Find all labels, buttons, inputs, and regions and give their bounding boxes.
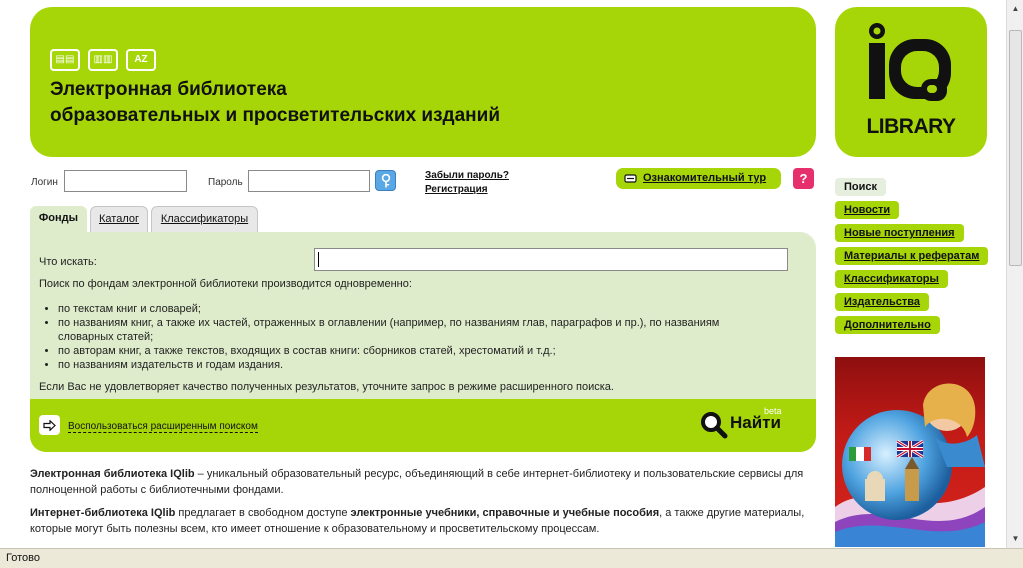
nav-item-essay-materials[interactable]: Материалы к рефератам (835, 247, 989, 265)
globe-girl-illustration (835, 383, 985, 547)
page-title-line1: Электронная библиотека (50, 79, 287, 100)
help-icon: ? (799, 171, 808, 186)
iq-library-logo[interactable]: LIBRARY (835, 7, 987, 157)
help-button[interactable]: ? (793, 168, 814, 189)
tour-label: Ознакомительный тур (643, 172, 767, 184)
password-label: Пароль (208, 177, 243, 188)
find-button[interactable]: Найти beta (700, 406, 790, 439)
nav-item-more[interactable]: Дополнительно (835, 316, 940, 334)
list-item: по авторам книг, а также текстов, входящ… (58, 344, 758, 358)
tab-classifiers[interactable]: Классификаторы (151, 206, 258, 232)
iq-logo-icon (869, 23, 951, 101)
az-index-icon[interactable]: AZ (126, 49, 156, 71)
register-link[interactable]: Регистрация (425, 184, 488, 195)
list-item: по текстам книг и словарей; (58, 302, 758, 316)
scroll-thumb[interactable] (1009, 30, 1022, 266)
status-bar: Готово (0, 548, 1023, 568)
search-scope-list: по текстам книг и словарей; по названиям… (58, 302, 758, 372)
page-title-line2: образовательных и просветительских издан… (50, 105, 500, 126)
key-icon (381, 173, 390, 187)
nav-item-search[interactable]: Поиск (835, 178, 887, 196)
promo-banner[interactable] (835, 357, 985, 547)
forgot-password-link[interactable]: Забыли пароль? (425, 170, 509, 181)
magnifier-icon (701, 412, 728, 439)
tab-funds[interactable]: Фонды (30, 206, 87, 232)
list-item: по названиям книг, а также их частей, от… (58, 316, 758, 344)
arrow-right-icon (43, 419, 56, 431)
nav-item-classifiers[interactable]: Классификаторы (835, 270, 948, 288)
intro-paragraph-1: Электронная библиотека IQlib – уникальны… (30, 466, 810, 498)
password-input[interactable] (248, 170, 370, 192)
vertical-scrollbar[interactable]: ▲ ▼ (1006, 0, 1023, 548)
view-mode-icons: ▤▤ ▥▥ AZ (50, 49, 156, 71)
find-label: Найти (730, 413, 781, 432)
intro-bold: Электронная библиотека IQlib (30, 468, 195, 480)
text-caret (318, 252, 319, 267)
intro-paragraph-2: Интернет-библиотека IQlib предлагает в с… (30, 505, 810, 537)
search-advice: Если Вас не удовлетворяет качество получ… (39, 381, 614, 393)
search-footer: Воспользоваться расширенным поиском Найт… (30, 399, 816, 452)
tab-catalog[interactable]: Каталог (90, 206, 148, 232)
header-banner: ▤▤ ▥▥ AZ Электронная библиотека образова… (30, 7, 816, 157)
nav-item-new-arrivals[interactable]: Новые поступления (835, 224, 964, 242)
login-submit-button[interactable] (375, 170, 396, 191)
nav-item-publishers[interactable]: Издательства (835, 293, 929, 311)
login-label: Логин (31, 177, 58, 188)
login-input[interactable] (64, 170, 187, 192)
intro-text: предлагает в свободном доступе (175, 507, 351, 519)
advanced-search-link[interactable]: Воспользоваться расширенным поиском (68, 421, 258, 433)
status-text: Готово (6, 552, 40, 564)
intro-bold: электронные учебники, справочные и учебн… (350, 507, 660, 519)
scroll-up-icon[interactable]: ▲ (1009, 2, 1022, 15)
list-item: по названиям издательств и годам издания… (58, 358, 758, 372)
pencil-icon (624, 174, 637, 183)
tour-button[interactable]: Ознакомительный тур (616, 168, 781, 189)
search-intro: Поиск по фондам электронной библиотеки п… (39, 278, 412, 290)
bookshelf-icon[interactable]: ▥▥ (88, 49, 118, 71)
intro-bold: Интернет-библиотека IQlib (30, 507, 176, 519)
advanced-search-arrow-button[interactable] (39, 415, 60, 435)
query-label: Что искать: (39, 256, 97, 268)
search-panel: Что искать: Поиск по фондам электронной … (30, 232, 816, 452)
nav-item-news[interactable]: Новости (835, 201, 900, 219)
scroll-down-icon[interactable]: ▼ (1009, 532, 1022, 545)
logo-text: LIBRARY (866, 115, 956, 138)
beta-badge: beta (764, 406, 782, 416)
book-open-icon[interactable]: ▤▤ (50, 49, 80, 71)
search-input[interactable] (314, 248, 788, 271)
